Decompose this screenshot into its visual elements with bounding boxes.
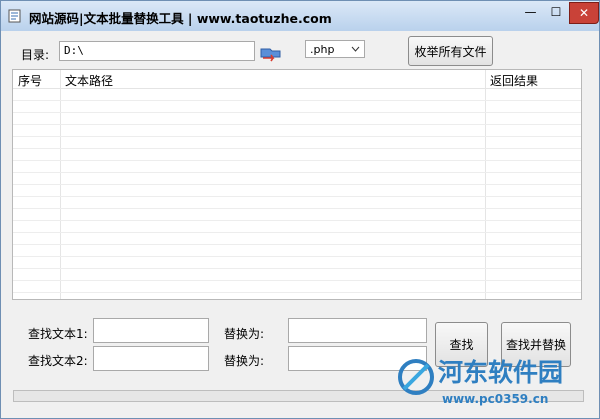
row-line [13, 172, 581, 173]
row-line [13, 124, 581, 125]
row-line [13, 100, 581, 101]
row-line [13, 208, 581, 209]
row-line [13, 280, 581, 281]
row-line [13, 220, 581, 221]
row-line [13, 244, 581, 245]
file-list[interactable]: 序号 文本路径 返回结果 [12, 69, 582, 300]
maximize-icon: ☐ [550, 5, 562, 19]
extension-select[interactable]: .php [305, 40, 365, 58]
find-text1-input[interactable] [93, 318, 209, 343]
row-line [13, 256, 581, 257]
window-title: 网站源码|文本批量替换工具 | www.taotuzhe.com [29, 11, 332, 26]
header-path[interactable]: 文本路径 [65, 72, 113, 89]
row-line [13, 232, 581, 233]
maximize-button[interactable]: ☐ [543, 2, 569, 22]
app-window: 网站源码|文本批量替换工具 | www.taotuzhe.com — ☐ ✕ 目… [0, 0, 600, 419]
app-icon [8, 9, 21, 23]
row-line [13, 136, 581, 137]
row-line [13, 268, 581, 269]
watermark-brand: 河东软件园 [438, 358, 563, 387]
minimize-icon: — [524, 5, 537, 19]
close-button[interactable]: ✕ [569, 2, 599, 24]
header-index[interactable]: 序号 [18, 72, 42, 89]
replace-text1-input[interactable] [288, 318, 427, 343]
header-result[interactable]: 返回结果 [490, 72, 538, 89]
row-line [13, 160, 581, 161]
chevron-down-icon [351, 46, 360, 52]
replace-text2-label: 替换为: [224, 354, 265, 368]
find-text1-label: 查找文本1: [28, 327, 88, 341]
file-list-header: 序号 文本路径 返回结果 [13, 70, 581, 89]
close-icon: ✕ [578, 6, 590, 20]
row-line [13, 184, 581, 185]
directory-label: 目录: [21, 48, 50, 62]
row-line [13, 112, 581, 113]
watermark-url: www.pc0359.cn [442, 392, 548, 406]
minimize-button[interactable]: — [518, 2, 543, 22]
extension-value: .php [310, 42, 335, 56]
row-line [13, 292, 581, 293]
watermark-logo: 河东软件园 www.pc0359.cn [398, 358, 563, 406]
enumerate-files-button[interactable]: 枚举所有文件 [408, 36, 493, 66]
browse-folder-icon[interactable] [259, 43, 283, 63]
row-line [13, 148, 581, 149]
find-text2-input[interactable] [93, 346, 209, 371]
directory-input[interactable]: D:\ [59, 41, 255, 61]
replace-text1-label: 替换为: [224, 327, 265, 341]
find-text2-label: 查找文本2: [28, 354, 88, 368]
title-bar[interactable]: 网站源码|文本批量替换工具 | www.taotuzhe.com — ☐ ✕ [1, 1, 599, 31]
row-line [13, 196, 581, 197]
